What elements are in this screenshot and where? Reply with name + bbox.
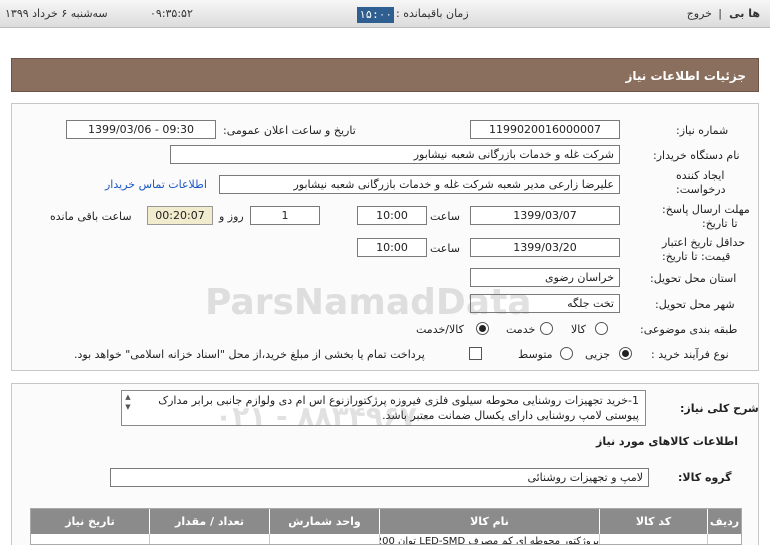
col-goods-code: کد کالا (599, 509, 707, 534)
treasury-note: پرداخت تمام یا بخشی از مبلغ خرید،از محل … (74, 348, 425, 361)
separator: | (718, 7, 722, 20)
summary-textarea[interactable]: 1-خرید تجهیزات روشنایی محوطه سیلوی فلزی … (121, 390, 646, 426)
process-option-medium: متوسط (518, 348, 553, 361)
days-label: روز و (219, 210, 244, 223)
process-radio-medium[interactable] (560, 347, 573, 360)
validity-time-field: 10:00 (357, 238, 427, 257)
category-radio-goods[interactable] (595, 322, 608, 335)
remaining-time-badge: ۱۵:۰۰ (357, 7, 394, 23)
buyer-field: شرکت غله و خدمات بازرگانی شعبه نیشابور (170, 145, 620, 164)
days-field: 1 (250, 206, 320, 225)
table-header: ردیف کد کالا نام کالا واحد شمارش تعداد /… (31, 509, 741, 534)
creator-label-1: ایجاد کننده (676, 169, 725, 182)
top-bar: ها بی | خروج زمان باقیمانده : ۱۵:۰۰ ۰۹:۳… (0, 0, 770, 28)
deadline-date-field: 1399/03/07 (470, 206, 620, 225)
summary-text: 1-خرید تجهیزات روشنایی محوطه سیلوی فلزی … (158, 394, 639, 422)
contact-buyer-link[interactable]: اطلاعات تماس خریدار (105, 178, 207, 191)
cell-goods-code (599, 534, 707, 544)
category-option-goods-service: کالا/خدمت (416, 323, 464, 336)
creator-field: علیرضا زارعی مدیر شعبه شرکت غله و خدمات … (219, 175, 620, 194)
brand-label: ها بی (729, 7, 760, 20)
panel-title: جزئیات اطلاعات نیاز (11, 58, 759, 92)
city-label: شهر محل تحویل: (655, 298, 735, 311)
announce-field: 1399/03/06 - 09:30 (66, 120, 216, 139)
table-row[interactable]: پروژکتور محوطه ای کم مصرف LED-SMD توان 2… (31, 534, 741, 544)
announce-label: تاریخ و ساعت اعلان عمومی: (223, 124, 356, 137)
category-option-goods: کالا (571, 323, 586, 336)
need-number-field: 1199020016000007 (470, 120, 620, 139)
goods-group-field: لامپ و تجهیزات روشنائی (110, 468, 649, 487)
goods-table: ردیف کد کالا نام کالا واحد شمارش تعداد /… (30, 508, 742, 545)
cell-goods-name: پروژکتور محوطه ای کم مصرف LED-SMD توان 2… (379, 534, 599, 544)
buyer-label: نام دستگاه خریدار: (653, 149, 740, 162)
city-field: تخت جلگه (470, 294, 620, 313)
clock: ۰۹:۳۵:۵۲ (150, 7, 193, 20)
col-quantity: تعداد / مقدار (149, 509, 269, 534)
col-need-date: تاریخ نیاز (65, 515, 115, 528)
category-radio-goods-service[interactable] (476, 322, 489, 335)
cell-unit (269, 534, 379, 544)
validity-time-label: ساعت (430, 242, 460, 255)
treasury-checkbox[interactable] (469, 347, 482, 360)
process-option-minor: جزیی (585, 348, 611, 361)
cell-quantity (149, 534, 269, 544)
validity-date-field: 1399/03/20 (470, 238, 620, 257)
validity-label-1: حداقل تاریخ اعتبار (662, 236, 746, 249)
creator-label-2: درخواست: (676, 183, 726, 196)
category-radio-service[interactable] (540, 322, 553, 335)
col-row-number: ردیف (707, 509, 741, 534)
process-label: نوع فرآیند خرید : (651, 348, 729, 361)
scroll-arrows-icon[interactable]: ▲ ▼ (123, 392, 133, 424)
deadline-label-1: مهلت ارسال پاسخ: (662, 203, 750, 216)
goods-info-title: اطلاعات کالاهای مورد نیاز (596, 435, 738, 448)
need-number-label: شماره نیاز: (676, 124, 729, 137)
province-field: خراسان رضوی (470, 268, 620, 287)
date: سه‌شنبه ۶ خرداد ۱۳۹۹ (5, 7, 108, 20)
province-label: استان محل تحویل: (650, 272, 737, 285)
remaining-time-field: 00:20:07 (147, 206, 213, 225)
goods-group-label: گروه کالا: (678, 471, 732, 484)
process-radio-minor[interactable] (619, 347, 632, 360)
deadline-time-label: ساعت (430, 210, 460, 223)
category-option-service: خدمت (506, 323, 536, 336)
validity-label-2: قیمت: تا تاریخ: (662, 250, 731, 263)
summary-label: شرح کلی نیاز: (680, 402, 759, 415)
col-unit: واحد شمارش (269, 509, 379, 534)
remaining-time-label: زمان باقیمانده : (396, 7, 469, 20)
deadline-time-field: 10:00 (357, 206, 427, 225)
cell-need-date (31, 534, 149, 544)
remaining-time-text: ساعت باقی مانده (50, 210, 132, 223)
cell-row-number (707, 534, 741, 544)
col-goods-name: نام کالا (379, 509, 599, 534)
logout-link[interactable]: خروج (687, 7, 712, 20)
deadline-label-2: تا تاریخ: (702, 217, 738, 230)
category-label: طبقه بندی موضوعی: (640, 323, 738, 336)
